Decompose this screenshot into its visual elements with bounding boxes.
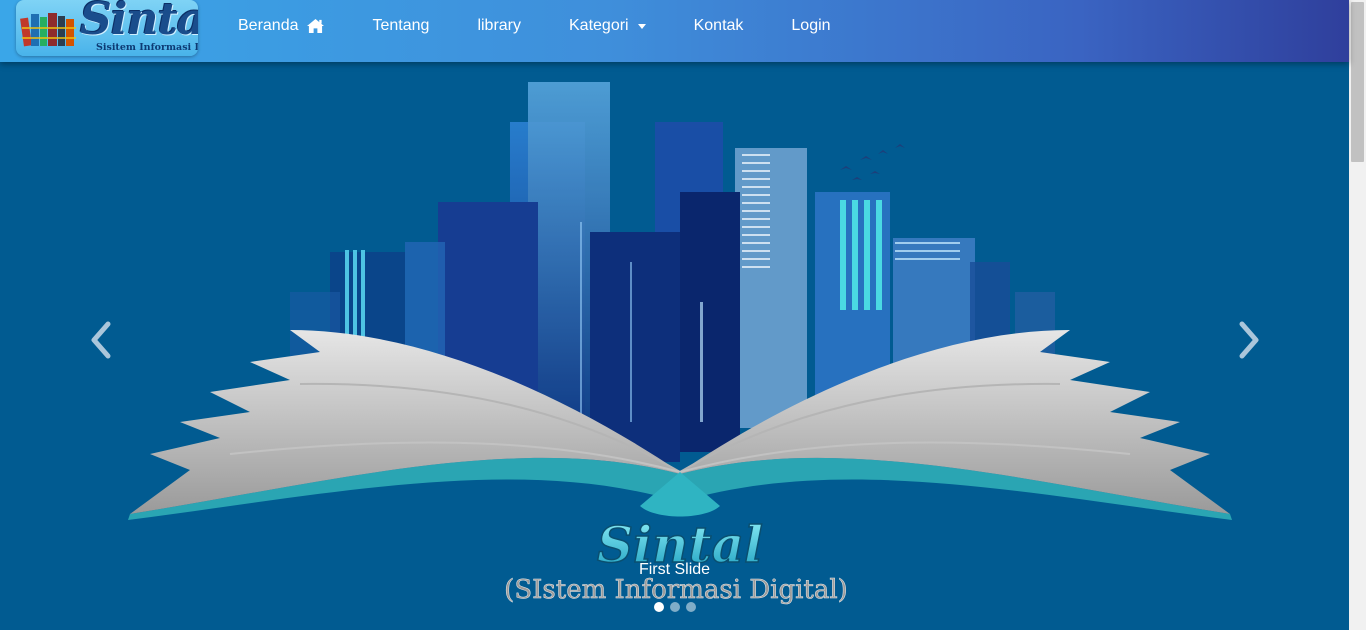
brand-logo[interactable]: Sintal Sisitem Informasi Digital [16, 0, 198, 56]
nav-item-library[interactable]: library [477, 17, 521, 35]
nav-item-beranda[interactable]: Beranda [238, 17, 325, 35]
nav-item-label: Kategori [569, 17, 629, 34]
nav-item-label: Tentang [372, 17, 430, 34]
nav-item-tentang[interactable]: Tentang [373, 17, 430, 35]
brand-subtitle: Sisitem Informasi Digital [96, 42, 198, 53]
home-icon [306, 18, 324, 34]
hero-carousel: Sintal (SIstem Informasi Digital) First … [0, 62, 1349, 630]
nav-item-label: Beranda [238, 17, 299, 34]
books-icon [20, 13, 76, 47]
chevron-right-icon [1239, 321, 1259, 359]
artwork-subtitle: (SIstem Informasi Digital) [504, 575, 848, 605]
slide-caption: First Slide [638, 561, 711, 578]
nav-item-label: Kontak [693, 17, 744, 34]
nav-item-login[interactable]: Login [791, 17, 830, 35]
chevron-left-icon [91, 321, 111, 359]
scrollbar-thumb[interactable] [1351, 2, 1364, 162]
nav-item-kategori-dropdown[interactable]: Kategori [569, 17, 646, 35]
indicator-dot[interactable] [669, 602, 680, 612]
slide-image: Sintal (SIstem Informasi Digital) [128, 82, 1232, 605]
carousel-prev-button[interactable] [82, 320, 122, 360]
nav-item-label: Login [791, 17, 831, 34]
indicator-dot[interactable] [685, 602, 696, 612]
nav-item-label: library [477, 17, 521, 34]
carousel-next-button[interactable] [1228, 320, 1268, 360]
caret-down-icon [637, 23, 646, 29]
main-nav: Beranda Tentang library Kategori Kontak … [238, 0, 879, 52]
indicator-dot[interactable] [653, 602, 664, 612]
brand-name: Sintal [80, 0, 198, 45]
page-scrollbar[interactable] [1349, 0, 1366, 630]
nav-item-kontak[interactable]: Kontak [694, 17, 744, 35]
navbar: Sintal Sisitem Informasi Digital Beranda… [0, 0, 1349, 62]
carousel-indicators [0, 602, 1349, 612]
